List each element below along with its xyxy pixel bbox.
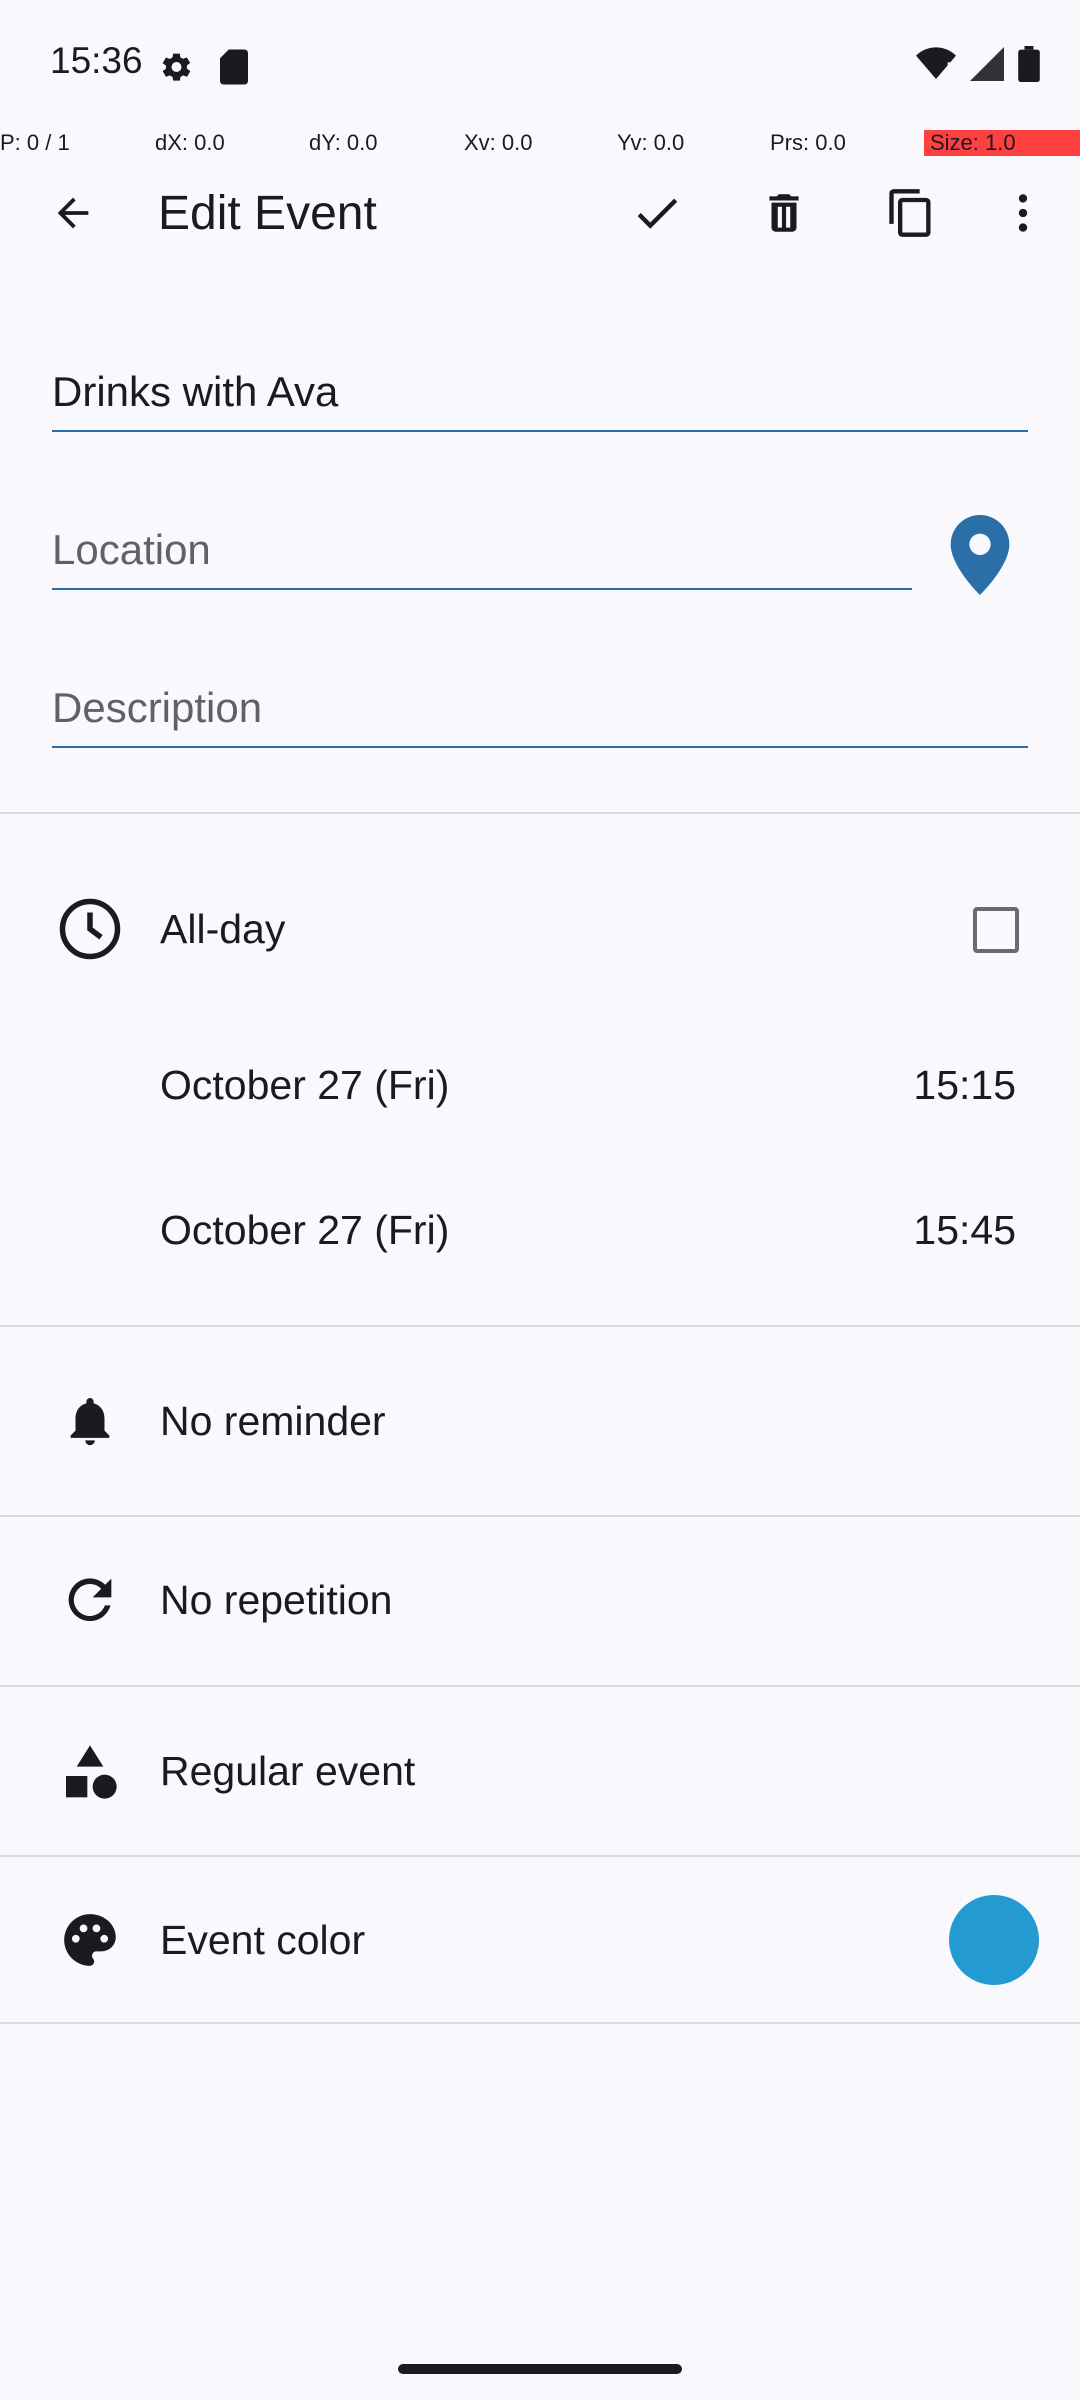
more-vert-icon: [1018, 194, 1028, 232]
debug-prs: Prs: 0.0: [770, 130, 846, 155]
status-bar: 15:36: [0, 0, 1080, 128]
repeat-icon: [55, 1565, 125, 1635]
palette-icon: [55, 1905, 125, 1975]
back-arrow-icon: [57, 197, 89, 229]
event-title-value: Drinks with Ava: [52, 368, 339, 415]
page-title: Edit Event: [158, 187, 377, 240]
description-placeholder: Description: [52, 684, 263, 731]
repetition-label[interactable]: No repetition: [160, 1577, 392, 1624]
status-time: 15:36: [50, 40, 143, 81]
start-time[interactable]: 15:15: [913, 1062, 1016, 1109]
debug-xv: Xv: 0.0: [464, 130, 533, 155]
back-button[interactable]: [28, 168, 118, 258]
end-date[interactable]: October 27 (Fri): [160, 1207, 449, 1254]
pick-location-button[interactable]: [940, 510, 1020, 600]
event-type-label[interactable]: Regular event: [160, 1748, 415, 1795]
all-day-checkbox[interactable]: [973, 907, 1019, 953]
duplicate-icon: [889, 189, 931, 237]
event-title-field[interactable]: Drinks with Ava: [52, 352, 1028, 432]
event-color-label[interactable]: Event color: [160, 1917, 365, 1964]
start-date[interactable]: October 27 (Fri): [160, 1062, 449, 1109]
divider: [0, 1515, 1080, 1517]
delete-icon: [769, 194, 799, 232]
clock-icon: [55, 894, 125, 964]
debug-dy: dY: 0.0: [309, 130, 378, 155]
duplicate-button[interactable]: [866, 168, 956, 258]
divider: [0, 1685, 1080, 1687]
shapes-icon: [55, 1737, 125, 1807]
gesture-nav-handle[interactable]: [398, 2364, 682, 2374]
pointer-debug-overlay: P: 0 / 1 dX: 0.0 dY: 0.0 Xv: 0.0 Yv: 0.0…: [0, 128, 1080, 158]
divider: [0, 1325, 1080, 1327]
bell-icon: [55, 1386, 125, 1456]
wifi-icon: [916, 47, 956, 79]
location-pin-icon: [950, 515, 1010, 595]
debug-dx: dX: 0.0: [155, 130, 225, 155]
event-color-swatch[interactable]: [949, 1895, 1039, 1985]
end-time[interactable]: 15:45: [913, 1207, 1016, 1254]
location-field[interactable]: Location: [52, 510, 912, 590]
description-field[interactable]: Description: [52, 668, 1028, 748]
cell-signal-icon: [970, 47, 1004, 81]
debug-yv: Yv: 0.0: [617, 130, 685, 155]
debug-pointer: P: 0 / 1: [0, 130, 70, 155]
divider: [0, 812, 1080, 814]
check-icon: [637, 198, 678, 229]
divider: [0, 1855, 1080, 1857]
debug-size: Size: 1.0: [924, 130, 1080, 156]
all-day-label: All-day: [160, 906, 286, 952]
more-options-button[interactable]: [978, 168, 1068, 258]
settings-gear-icon: [162, 53, 191, 81]
sd-card-icon: [220, 49, 248, 85]
reminder-label[interactable]: No reminder: [160, 1398, 386, 1445]
app-toolbar: Edit Event: [0, 158, 1080, 268]
delete-button[interactable]: [739, 168, 829, 258]
location-placeholder: Location: [52, 526, 211, 573]
battery-icon: [1018, 46, 1040, 82]
divider: [0, 2022, 1080, 2024]
save-button[interactable]: [612, 168, 702, 258]
